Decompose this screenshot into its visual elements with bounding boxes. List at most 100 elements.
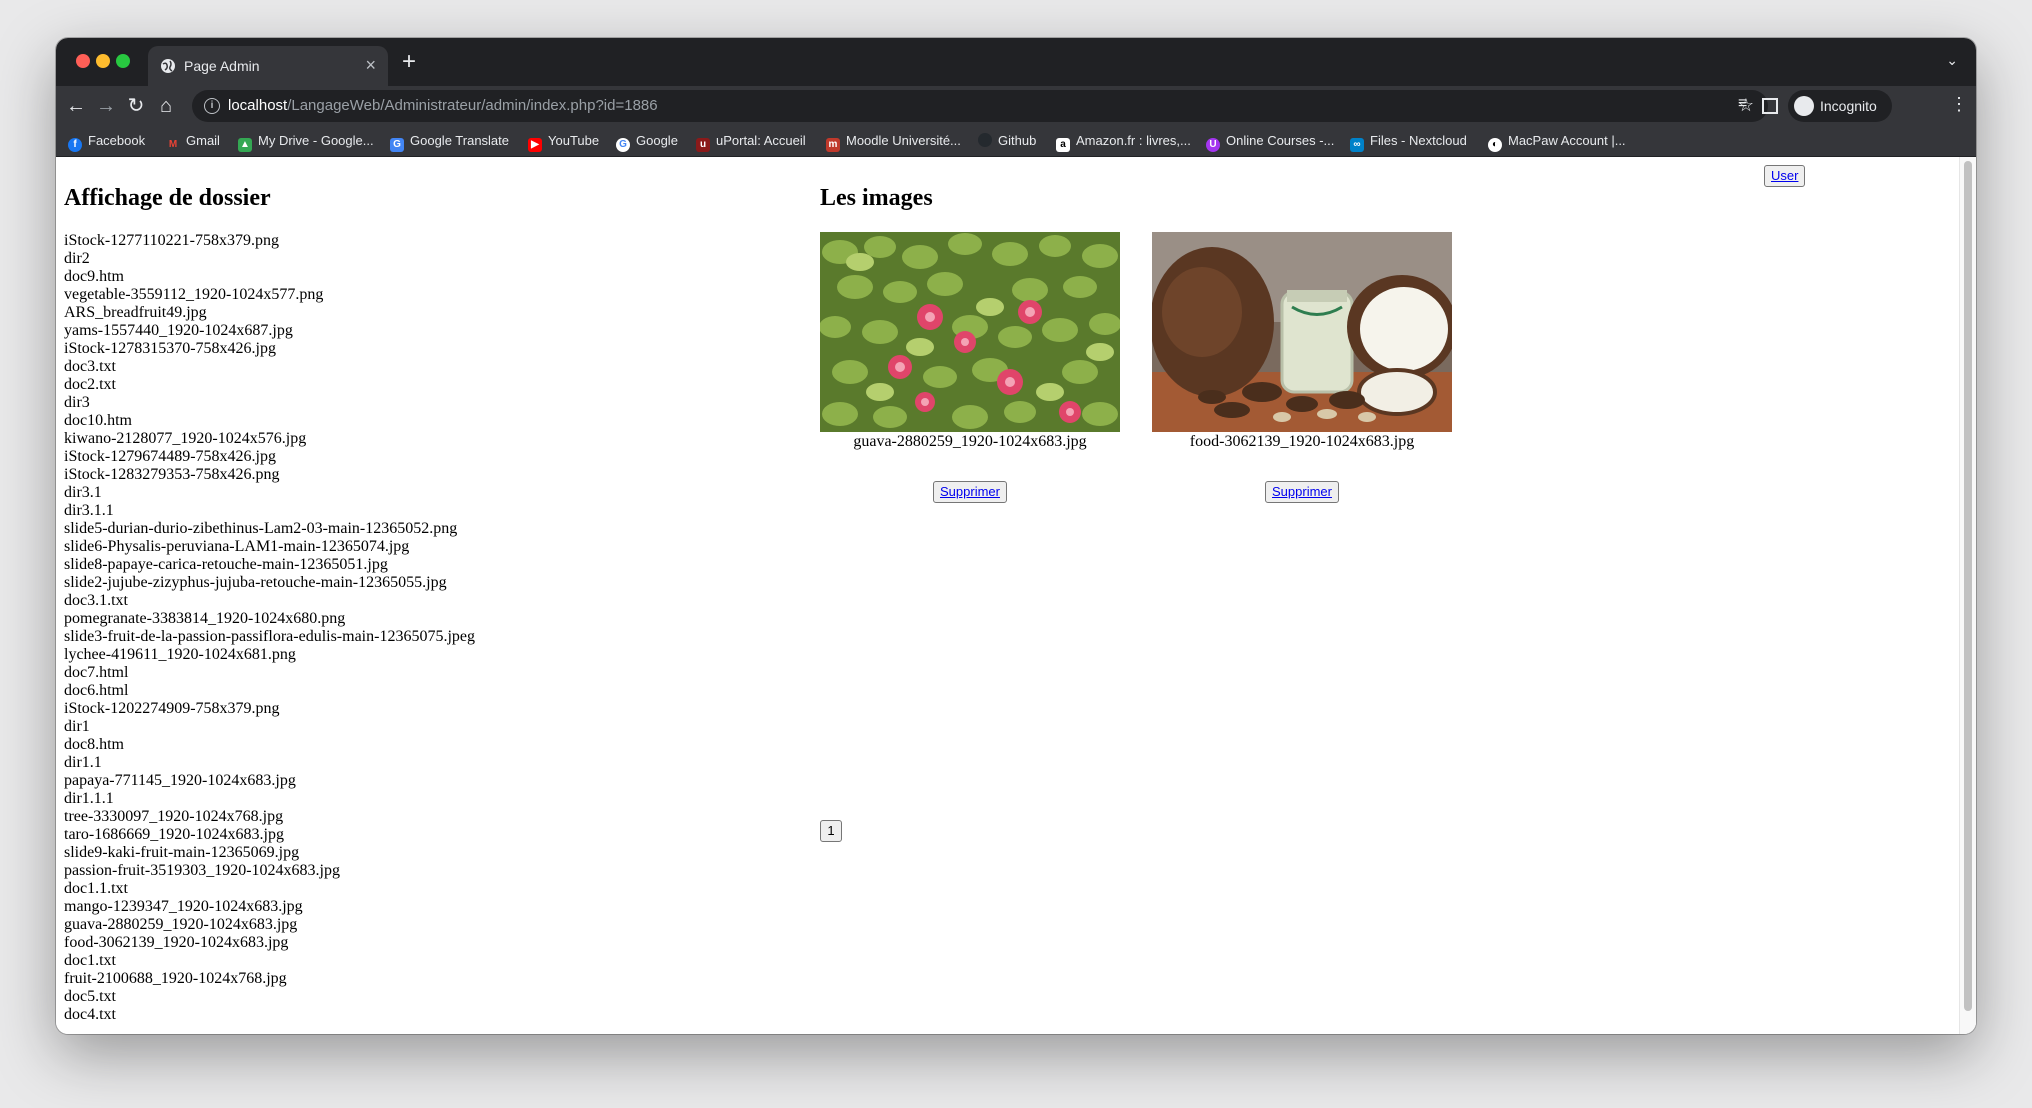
tab-search-chevron-icon[interactable]: ⌄ (1946, 52, 1958, 69)
bookmark-amazon[interactable]: a Amazon.fr : livres,... (1056, 133, 1191, 152)
image-card-guava: guava-2880259_1920-1024x683.jpg Supprime… (820, 232, 1120, 503)
site-info-icon[interactable]: i (204, 98, 220, 114)
bookmark-youtube[interactable]: ▶ YouTube (528, 133, 599, 152)
file-list-item: iStock-1277110221-758x379.png (64, 232, 279, 249)
file-list-item: doc3.txt (64, 358, 116, 375)
file-list-item: slide5-durian-durio-zibethinus-Lam2-03-m… (64, 520, 458, 537)
file-list-item: fruit-2100688_1920-1024x768.jpg (64, 970, 287, 987)
bookmark-drive[interactable]: ▲ My Drive - Google... (238, 133, 374, 152)
home-icon[interactable]: ⌂ (154, 94, 178, 118)
file-list-item: doc3.1.txt (64, 592, 128, 609)
file-list: iStock-1277110221-758x379.png dir2 doc9.ht… (64, 232, 475, 1024)
file-list-item: slide3-fruit-de-la-passion-passiflora-ed… (64, 628, 475, 645)
file-list-item: mango-1239347_1920-1024x683.jpg (64, 898, 303, 915)
tab-bar: Page Admin × + ⌄ (56, 38, 1976, 86)
file-list-item: dir3.1 (64, 484, 102, 501)
bookmark-facebook[interactable]: f Facebook (68, 133, 145, 152)
close-tab-icon[interactable]: × (365, 55, 376, 76)
file-list-item: vegetable-3559112_1920-1024x577.png (64, 286, 324, 303)
files-heading: Affichage de dossier (64, 185, 271, 211)
browser-menu-icon[interactable]: ⋮ (1950, 94, 1968, 115)
tab-title: Page Admin (184, 58, 260, 74)
file-list-item: tree-3330097_1920-1024x768.jpg (64, 808, 284, 825)
scrollbar-thumb[interactable] (1964, 161, 1972, 1011)
nextcloud-icon: ∞ (1350, 138, 1364, 152)
image-card-coconut: food-3062139_1920-1024x683.jpg Supprimer (1152, 232, 1452, 503)
coconut-photo (1152, 232, 1452, 432)
file-list-item: pomegranate-3383814_1920-1024x680.png (64, 610, 346, 627)
bookmark-macpaw[interactable]: ◐ MacPaw Account |... (1488, 133, 1626, 152)
file-list-item: iStock-1202274909-758x379.png (64, 700, 280, 717)
moodle-icon: m (826, 138, 840, 152)
pagination-page-button[interactable]: 1 (820, 820, 842, 842)
maximize-window-button[interactable] (116, 54, 130, 68)
side-panel-icon[interactable] (1762, 98, 1778, 114)
image-caption: guava-2880259_1920-1024x683.jpg (853, 433, 1087, 450)
file-list-item: doc1.1.txt (64, 880, 128, 897)
file-list-item: guava-2880259_1920-1024x683.jpg (64, 916, 298, 933)
file-list-item: ARS_breadfruit49.jpg (64, 304, 207, 321)
new-tab-icon[interactable]: + (402, 46, 416, 78)
delete-button[interactable]: Supprimer (933, 481, 1007, 503)
file-list-item: doc8.htm (64, 736, 124, 753)
bookmark-udemy[interactable]: U Online Courses -... (1206, 133, 1334, 152)
facebook-icon: f (68, 138, 82, 152)
bookmark-gmail[interactable]: M Gmail (166, 133, 220, 152)
file-list-item: passion-fruit-3519303_1920-1024x683.jpg (64, 862, 340, 879)
profile-button[interactable]: Incognito (1788, 90, 1892, 122)
minimize-window-button[interactable] (96, 54, 110, 68)
udemy-icon: U (1206, 138, 1220, 152)
file-list-item: taro-1686669_1920-1024x683.jpg (64, 826, 284, 843)
back-arrow-icon[interactable]: ← (64, 94, 88, 118)
youtube-icon: ▶ (528, 138, 542, 152)
reload-icon[interactable]: ↻ (124, 94, 148, 118)
profile-label: Incognito (1820, 98, 1877, 114)
bookmark-github[interactable]: Github (978, 133, 1036, 148)
github-icon (978, 133, 992, 147)
bookmark-uportal[interactable]: u uPortal: Accueil (696, 133, 806, 152)
file-list-item: slide2-jujube-zizyphus-jujuba-retouche-m… (64, 574, 447, 591)
delete-button[interactable]: Supprimer (1265, 481, 1339, 503)
close-window-button[interactable] (76, 54, 90, 68)
browser-toolbar: ← → ↻ ⌂ i localhost/LangageWeb/Administr… (56, 86, 1976, 126)
file-list-item: papaya-771145_1920-1024x683.jpg (64, 772, 296, 789)
user-button[interactable]: User (1764, 165, 1806, 187)
tab-page-admin[interactable]: Page Admin × (148, 46, 388, 86)
file-list-item: kiwano-2128077_1920-1024x576.jpg (64, 430, 307, 447)
address-bar[interactable]: i localhost/LangageWeb/Administrateur/ad… (192, 90, 1768, 122)
bookmark-translate[interactable]: G Google Translate (390, 133, 509, 152)
drive-icon: ▲ (238, 138, 252, 152)
file-list-item: dir2 (64, 250, 90, 267)
file-list-item: doc10.htm (64, 412, 132, 429)
bookmark-nextcloud[interactable]: ∞ Files - Nextcloud (1350, 133, 1467, 152)
bookmarks-bar: f Facebook M Gmail ▲ My Drive - Google... G… (56, 126, 1976, 157)
amazon-icon: a (1056, 138, 1070, 152)
images-heading: Les images (820, 185, 933, 211)
page-content: User Affichage de dossier iStock-1277110… (56, 157, 1976, 1034)
file-list-item: doc2.txt (64, 376, 116, 393)
file-list-item: doc7.html (64, 664, 129, 681)
globe-icon (161, 59, 175, 73)
file-list-item: dir3 (64, 394, 90, 411)
guava-photo (820, 232, 1120, 432)
file-list-item: iStock-1283279353-758x426.png (64, 466, 280, 483)
translate-icon: G (390, 138, 404, 152)
page-scrollbar[interactable] (1959, 157, 1976, 1034)
file-list-item: doc4.txt (64, 1006, 116, 1023)
image-caption: food-3062139_1920-1024x683.jpg (1189, 433, 1415, 450)
file-list-item: slide6-Physalis-peruviana-LAM1-main-1236… (64, 538, 410, 555)
media-controls-icon[interactable]: ≡ (1738, 95, 1747, 113)
bookmark-google[interactable]: G Google (616, 133, 678, 152)
macpaw-icon: ◐ (1488, 138, 1502, 152)
file-list-item: doc9.htm (64, 268, 124, 285)
file-list-item: doc1.txt (64, 952, 116, 969)
file-list-item: yams-1557440_1920-1024x687.jpg (64, 322, 293, 339)
url-path: /LangageWeb/Administrateur/admin/index.p… (287, 97, 658, 114)
forward-arrow-icon[interactable]: → (94, 94, 118, 118)
uportal-icon: u (696, 138, 710, 152)
file-list-item: doc5.txt (64, 988, 116, 1005)
bookmark-moodle[interactable]: m Moodle Université... (826, 133, 961, 152)
file-list-item: iStock-1279674489-758x426.jpg (64, 448, 276, 465)
file-list-item: dir1 (64, 718, 90, 735)
file-list-item: lychee-419611_1920-1024x681.png (64, 646, 296, 663)
